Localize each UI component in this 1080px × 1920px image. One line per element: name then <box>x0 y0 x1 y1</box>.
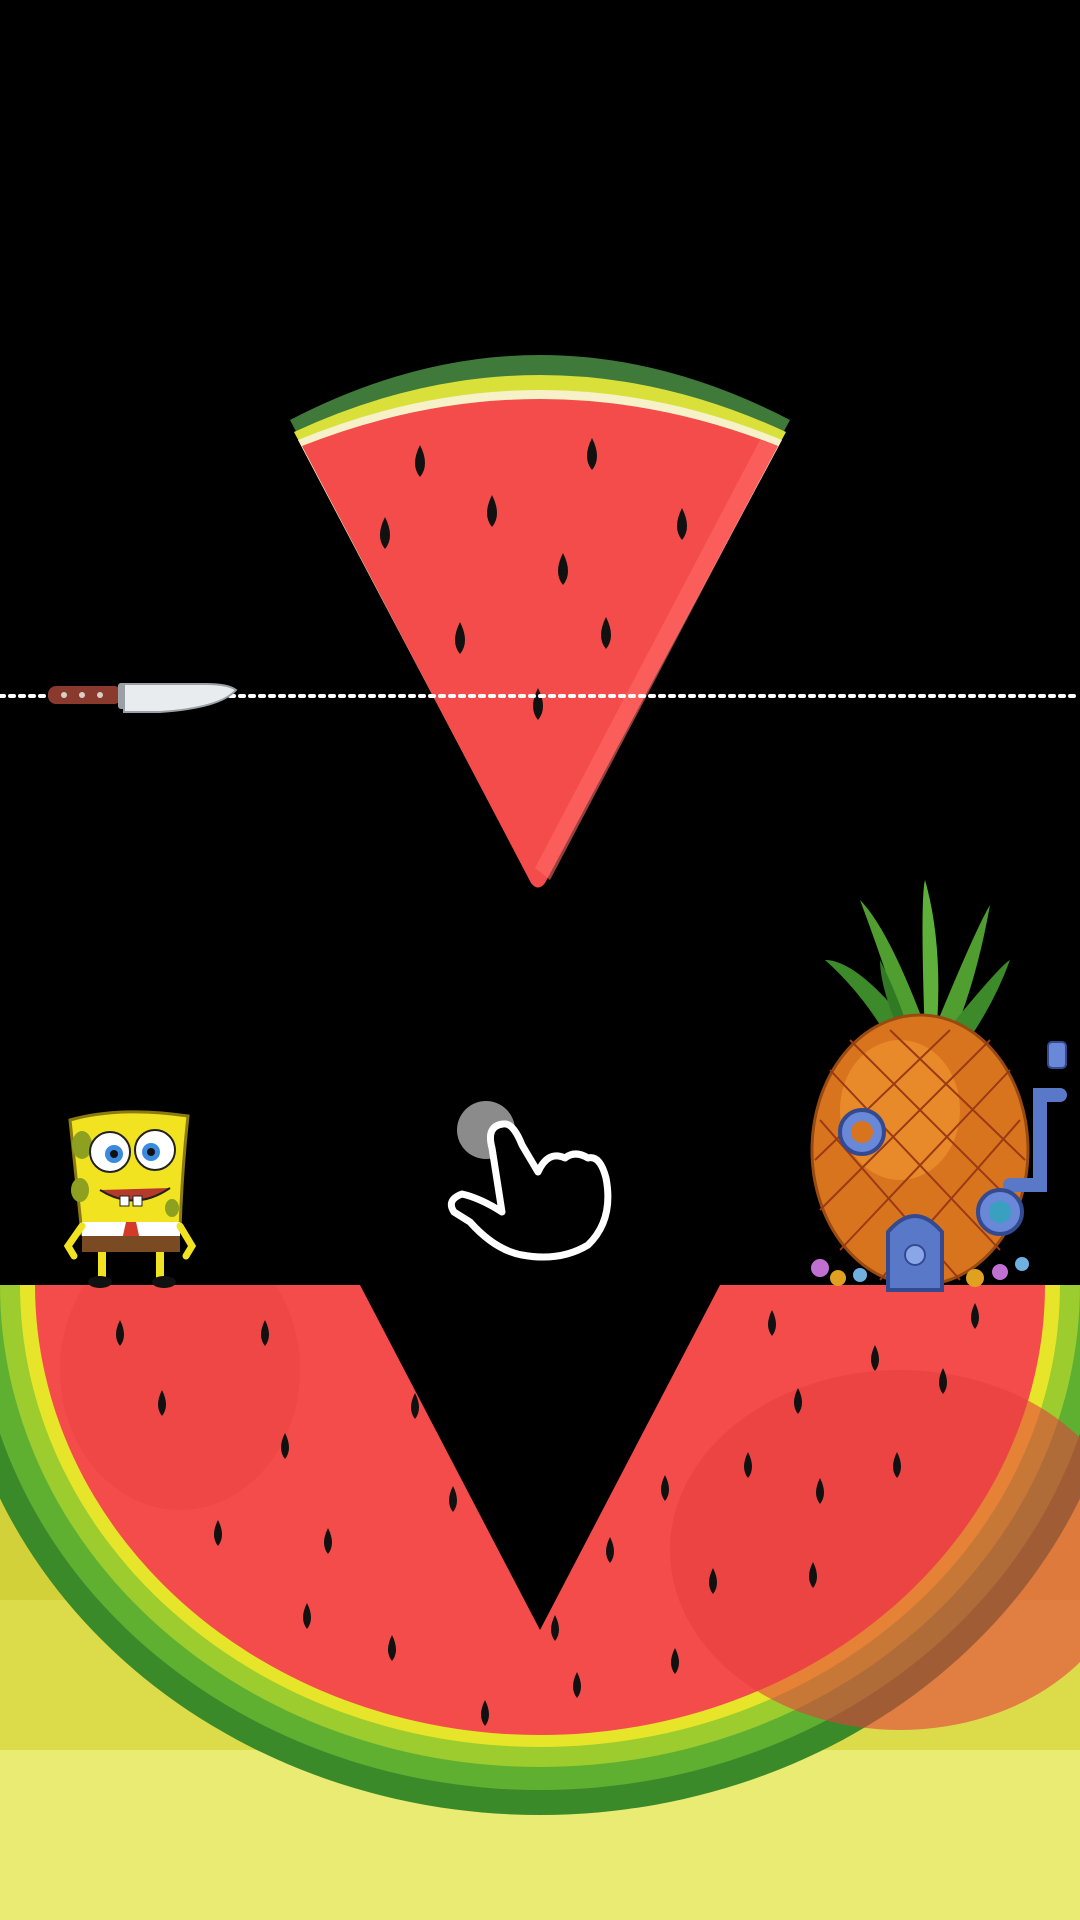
tap-hand-icon <box>447 1101 612 1261</box>
game-stage[interactable]: watermelon-slice-puzzle <box>0 0 1080 1920</box>
